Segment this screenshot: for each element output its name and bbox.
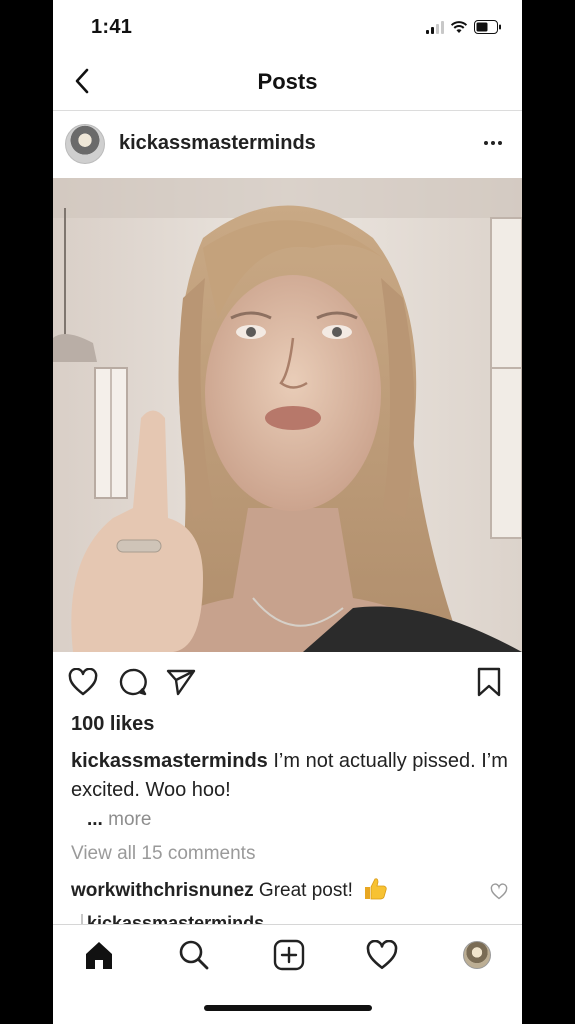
comment-bubble-icon [119,668,147,696]
battery-icon [474,20,501,34]
home-indicator[interactable] [204,1005,372,1011]
tab-search[interactable] [176,937,212,973]
wifi-icon [450,21,468,33]
heart-icon [366,940,398,970]
view-all-comments-link[interactable]: View all 15 comments [71,843,255,865]
home-icon [86,942,112,969]
more-dots: ... [87,809,103,830]
signal-bars-icon [426,20,444,34]
ellipsis-dot [491,141,495,145]
thumbs-up-icon [365,878,387,900]
phone-screen: 1:41 Posts kickassmasterminds 100 likes … [53,0,522,1024]
likes-count[interactable]: 100 likes [71,713,154,736]
status-time: 1:41 [91,16,133,38]
ellipsis-dot [498,141,502,145]
post-username[interactable]: kickassmasterminds [119,132,316,155]
save-button[interactable] [473,666,505,698]
status-icons [426,20,502,34]
page-title: Posts [257,69,318,94]
post-action-bar [53,660,522,708]
tab-activity[interactable] [364,937,400,973]
paper-plane-icon [166,669,196,696]
avatar[interactable] [65,124,105,164]
post-photo-art [53,178,522,652]
share-button[interactable] [165,666,197,698]
more-options-button[interactable] [480,133,506,153]
like-button[interactable] [67,666,99,698]
reply-preview[interactable]: kickassmasterminds [87,912,367,924]
tab-bar [53,924,522,988]
comment-row: workwithchrisnunez Great post! [71,876,491,902]
bookmark-icon [477,667,501,697]
tab-profile[interactable] [459,937,495,973]
tab-home[interactable] [81,937,117,973]
avatar [463,941,491,969]
comment-like-icon[interactable] [490,883,508,901]
post-photo[interactable] [53,178,522,652]
caption: kickassmasterminds I’m not actually piss… [71,747,511,805]
caption-username[interactable]: kickassmasterminds [71,750,268,772]
comment-username[interactable]: workwithchrisnunez [71,880,254,901]
comment-button[interactable] [117,666,149,698]
post-header: kickassmasterminds [53,112,522,178]
status-bar: 1:41 [53,0,522,56]
nav-bar: Posts [53,56,522,111]
reply-username: kickassmasterminds [87,913,265,924]
heart-icon [68,668,98,696]
plus-square-icon [273,939,305,971]
caption-more-link[interactable]: ... more [87,809,151,831]
comment-text: Great post! [253,880,353,901]
ellipsis-icon [484,141,488,145]
tab-new-post[interactable] [271,937,307,973]
reply-thread-line [81,914,83,924]
more-label: more [102,809,152,830]
search-icon [179,940,209,970]
